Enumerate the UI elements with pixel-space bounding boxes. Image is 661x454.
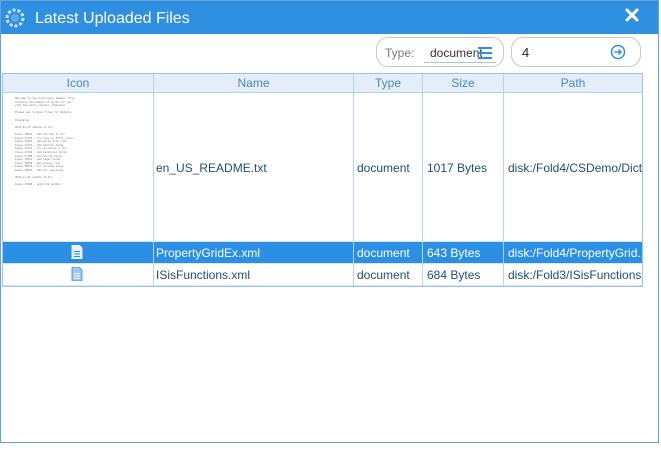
column-divider[interactable] — [153, 74, 154, 286]
column-divider[interactable] — [422, 74, 423, 286]
document-thumbnail: Welcome to the dictionary sample. This c… — [15, 97, 75, 187]
file-path: disk:/Fold4/CSDemo/Dicti... — [508, 161, 642, 175]
dialog-title: Latest Uploaded Files — [35, 10, 190, 27]
menu-icon[interactable] — [477, 46, 493, 60]
type-filter-value[interactable]: document — [430, 46, 482, 60]
filter-bar: Type: document 4 — [1, 34, 658, 72]
xml-file-icon — [71, 245, 83, 259]
table-row[interactable]: PropertyGridEx.xml document 643 Bytes di… — [3, 242, 642, 264]
close-icon[interactable] — [624, 7, 640, 23]
count-input[interactable]: 4 — [511, 37, 641, 67]
header-name[interactable]: Name — [154, 76, 353, 90]
file-name: PropertyGridEx.xml — [156, 246, 261, 260]
latest-uploaded-files-dialog: Latest Uploaded Files Type: document 4 I — [0, 0, 659, 443]
files-table: Icon Name Type Size Path Welcome to the … — [2, 73, 643, 287]
file-name: en_US_README.txt — [156, 161, 267, 175]
dialog-titlebar: Latest Uploaded Files — [1, 1, 658, 34]
xml-file-icon — [71, 267, 83, 281]
file-type: document — [357, 161, 410, 175]
file-size: 1017 Bytes — [427, 161, 488, 175]
type-filter-label: Type: — [385, 46, 415, 60]
background-strip — [0, 443, 661, 454]
file-path: disk:/Fold3/ISisFunctions... — [508, 268, 642, 282]
column-divider[interactable] — [353, 74, 354, 286]
table-row[interactable]: ISisFunctions.xml document 684 Bytes dis… — [3, 264, 642, 286]
file-path: disk:/Fold4/PropertyGrid... — [508, 246, 642, 260]
file-name: ISisFunctions.xml — [156, 268, 251, 282]
file-size: 643 Bytes — [427, 246, 481, 260]
file-type: document — [357, 246, 410, 260]
header-path[interactable]: Path — [504, 76, 642, 90]
type-filter-underline — [424, 62, 496, 63]
app-logo-icon — [5, 8, 25, 28]
table-header: Icon Name Type Size Path — [3, 74, 642, 93]
table-row[interactable]: Welcome to the dictionary sample. This c… — [3, 93, 642, 242]
type-filter[interactable]: Type: document — [376, 37, 504, 67]
file-type: document — [357, 268, 410, 282]
header-icon[interactable]: Icon — [3, 76, 153, 90]
header-type[interactable]: Type — [354, 76, 422, 90]
file-size: 684 Bytes — [427, 268, 481, 282]
count-input-value[interactable]: 4 — [522, 45, 529, 60]
header-size[interactable]: Size — [423, 76, 503, 90]
go-arrow-icon[interactable] — [610, 44, 626, 60]
column-divider[interactable] — [503, 74, 504, 286]
